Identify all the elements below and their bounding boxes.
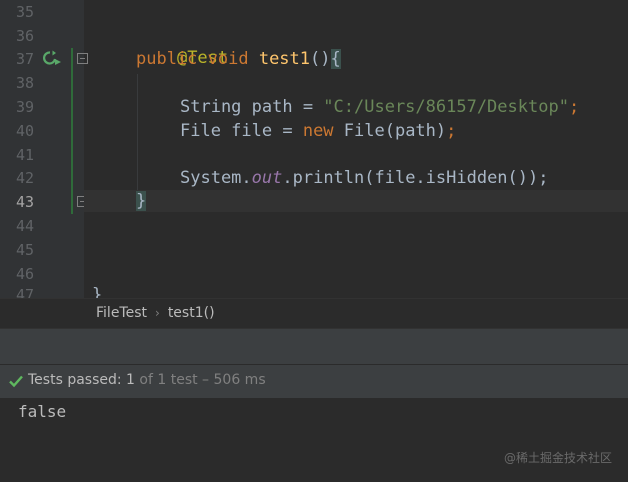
code-line-40[interactable]: File file = new File(path); (180, 120, 456, 142)
breadcrumb-bar: FileTest › test1() (0, 298, 628, 329)
passed-count: 1 (126, 372, 135, 388)
code-line-43[interactable]: } (136, 190, 147, 212)
method-name: test1 (258, 49, 311, 69)
test-summary: of 1 test – 506 ms (134, 372, 266, 388)
line-number: 36 (15, 27, 34, 45)
code-text: String path = (180, 97, 324, 117)
test-results-header: Tests passed: 1 of 1 test – 506 ms (0, 364, 628, 400)
code-line-47[interactable]: } (92, 284, 102, 298)
breadcrumb-method[interactable]: test1() (168, 305, 215, 321)
current-line-highlight (84, 190, 628, 212)
parens: () (310, 49, 331, 69)
line-number: 40 (15, 122, 34, 140)
run-test-icon[interactable] (42, 50, 62, 66)
code-text: File file = (180, 121, 303, 141)
line-number: 37 (15, 50, 34, 68)
fold-region-bar (71, 48, 73, 214)
partial-brace: } (92, 285, 103, 298)
keyword: new (302, 121, 344, 141)
line-number: 42 (15, 169, 34, 187)
line-number: 44 (15, 217, 34, 235)
status-label: Tests passed: (28, 372, 127, 388)
open-brace: { (330, 49, 341, 69)
indent-guide (137, 74, 138, 190)
fold-icon[interactable] (77, 53, 88, 64)
console-output-panel[interactable]: false @稀土掘金技术社区 (0, 398, 628, 482)
line-number: 39 (15, 98, 34, 116)
breadcrumb-class[interactable]: FileTest (96, 305, 147, 321)
code-line-39[interactable]: String path = "C:/Users/86157/Desktop"; (180, 96, 579, 118)
panel-splitter[interactable] (0, 328, 628, 365)
code-text: .println(file.isHidden()); (282, 168, 549, 188)
code-line-42[interactable]: System.out.println(file.isHidden()); (180, 167, 548, 189)
tests-passed-status: Tests passed: 1 of 1 test – 506 ms (28, 372, 266, 388)
close-brace: } (136, 191, 147, 211)
line-number: 41 (15, 146, 34, 164)
breadcrumb-separator: › (155, 306, 160, 320)
semicolon: ; (568, 97, 580, 117)
semicolon: ; (446, 121, 457, 141)
breadcrumb: FileTest › test1() (96, 305, 215, 321)
line-number: 45 (15, 241, 34, 259)
static-field: out (251, 168, 283, 188)
code-text: File(path) (343, 121, 447, 141)
code-text: System. (180, 168, 252, 188)
line-number: 47 (15, 286, 34, 298)
check-icon (9, 375, 23, 388)
code-line-37[interactable]: public void test1(){ (136, 48, 341, 70)
string-literal: "C:/Users/86157/Desktop" (323, 97, 569, 117)
line-number-current: 43 (15, 193, 34, 211)
console-output: false (18, 402, 67, 421)
watermark: @稀土掘金技术社区 (503, 451, 612, 465)
line-number: 35 (15, 3, 34, 21)
code-editor[interactable]: 35 36 37 38 39 40 41 42 43 44 45 46 47 @… (0, 0, 628, 298)
line-number: 38 (15, 74, 34, 92)
line-number: 46 (15, 265, 34, 283)
keyword: public void (136, 49, 259, 69)
editor-gutter: 35 36 37 38 39 40 41 42 43 44 45 46 47 (0, 0, 88, 298)
